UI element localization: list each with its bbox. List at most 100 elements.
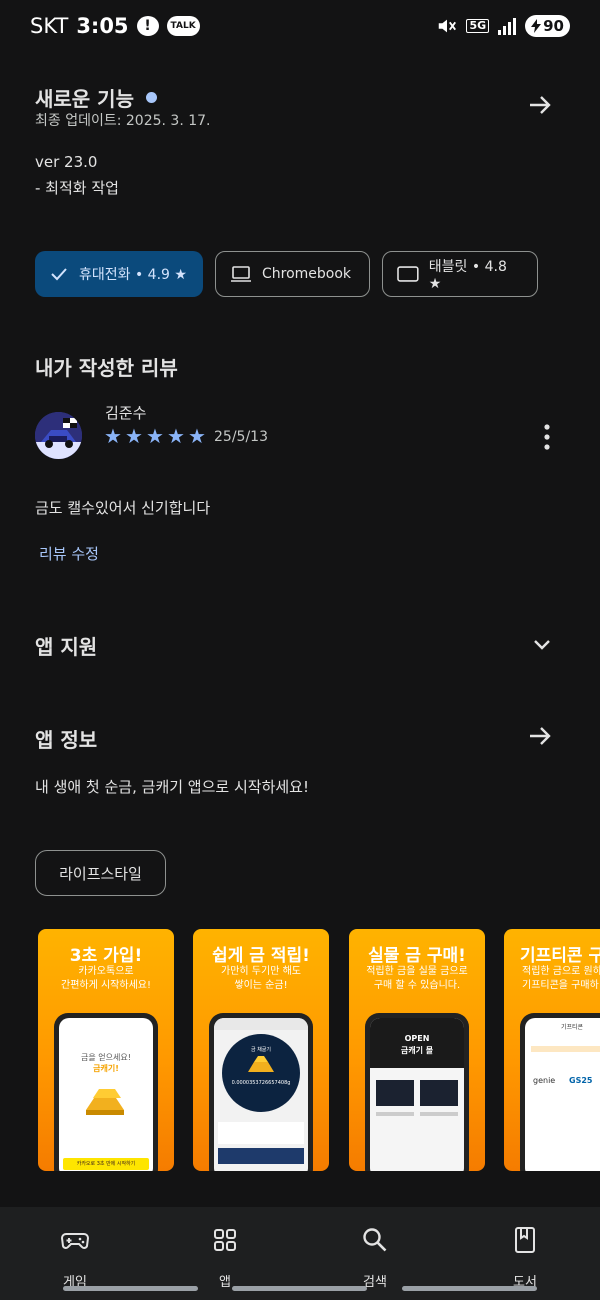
screenshot-1-subtitle: 카카오톡으로 간편하게 시작하세요! xyxy=(61,966,151,991)
mining-circle: 금 채굴기 0.0000353726657408g xyxy=(222,1034,300,1112)
nav-search[interactable]: 검색 xyxy=(325,1225,425,1290)
last-updated-text: 최종 업데이트: 2025. 3. 17. xyxy=(35,113,211,129)
clock: 3:05 xyxy=(76,14,129,38)
network-type-badge: 5G xyxy=(466,19,490,33)
kakao-start-button: 카카오로 3초 만에 시작하기 xyxy=(63,1158,149,1170)
screenshot-4-title: 기프티콘 구 xyxy=(520,946,600,966)
status-bar: SKT 3:05 ! TALK 5G 90 xyxy=(0,0,600,52)
reviewer-name: 김준수 xyxy=(105,404,147,422)
app-support-header[interactable]: 앱 지원 xyxy=(35,631,97,660)
star-icon: ★ xyxy=(104,424,122,448)
book-icon xyxy=(515,1227,535,1253)
status-right: 5G 90 xyxy=(436,15,570,37)
chip-phone[interactable]: 휴대전화 • 4.9 ★ xyxy=(35,251,203,297)
nav-games[interactable]: 게임 xyxy=(25,1225,125,1290)
screenshot-3[interactable]: 실물 금 구매! 적립한 금을 실물 금으로 구매 할 수 있습니다. OPEN… xyxy=(349,929,485,1171)
phone-screen: OPEN 금캐기 몰 xyxy=(370,1018,464,1171)
screenshot-4-subtitle: 적립한 금으로 원하 기프티콘을 구매하 xyxy=(522,966,600,991)
gift-header: 기프티콘 xyxy=(560,1024,584,1031)
gamepad-icon xyxy=(60,1233,90,1249)
screenshot-carousel[interactable]: 3초 가입! 카카오톡으로 간편하게 시작하세요! 금을 얻으세요! 금캐기! … xyxy=(38,929,600,1171)
phone-mockup: 금을 얻으세요! 금캐기! 카카오로 3초 만에 시작하기 xyxy=(54,1013,158,1171)
chip-chromebook-label: Chromebook xyxy=(262,266,352,282)
star-icon: ★ xyxy=(167,424,185,448)
avatar xyxy=(35,412,82,459)
app-info-title: 앱 정보 xyxy=(35,728,98,752)
gold-bars-icon xyxy=(86,1089,124,1115)
star-icon: ★ xyxy=(125,424,143,448)
nav-books[interactable]: 도서 xyxy=(475,1225,575,1290)
screen-footer xyxy=(218,1148,304,1164)
battery-indicator: 90 xyxy=(525,15,570,37)
mined-value: 0.0000353726657408g xyxy=(231,1080,291,1086)
chevron-down-icon[interactable] xyxy=(530,632,554,656)
product-info xyxy=(420,1112,458,1116)
signal-icon xyxy=(498,18,517,35)
release-notes-text: - 최적화 작업 xyxy=(35,179,119,197)
more-options-icon[interactable] xyxy=(538,422,556,452)
phone-mockup: 기프티콘 genie GS25 xyxy=(520,1013,600,1171)
star-icon: ★ xyxy=(146,424,164,448)
app-info-header[interactable]: 앱 정보 xyxy=(35,724,97,753)
phone-screen: 금을 얻으세요! 금캐기! 카카오로 3초 만에 시작하기 xyxy=(59,1018,153,1171)
whats-new-header[interactable]: 새로운 기능 xyxy=(35,83,157,112)
check-icon xyxy=(51,268,67,281)
mall-name-text: 금캐기 몰 xyxy=(400,1046,434,1055)
edit-review-link[interactable]: 리뷰 수정 xyxy=(39,543,99,564)
screenshot-2-subtitle: 가만히 두기만 해도 쌓이는 순금! xyxy=(221,966,301,991)
brand-logo-1: genie xyxy=(533,1076,556,1085)
rating-stars: ★ ★ ★ ★ ★ xyxy=(104,426,208,446)
new-indicator-dot xyxy=(145,92,157,103)
version-text: ver 23.0 xyxy=(35,153,98,171)
app-description: 내 생애 첫 순금, 금캐기 앱으로 시작하세요! xyxy=(35,778,309,796)
phone-mockup: OPEN 금캐기 몰 xyxy=(365,1013,469,1171)
screenshot-3-subtitle: 적립한 금을 실물 금으로 구매 할 수 있습니다. xyxy=(366,966,468,991)
whats-new-arrow-icon[interactable] xyxy=(526,91,554,119)
screen-caption: 금을 얻으세요! xyxy=(81,1053,131,1062)
chip-tablet-label: 태블릿 • 4.8 ★ xyxy=(428,259,507,292)
mute-icon xyxy=(439,19,457,33)
phone-screen: 기프티콘 genie GS25 xyxy=(525,1018,600,1171)
chip-chromebook[interactable]: Chromebook xyxy=(215,251,370,297)
chip-phone-label: 휴대전화 • 4.9 ★ xyxy=(79,267,187,283)
gesture-bar xyxy=(232,1286,367,1291)
charging-bolt-icon xyxy=(531,19,542,33)
app-info-arrow-icon[interactable] xyxy=(526,722,554,750)
laptop-icon xyxy=(231,266,251,282)
screenshot-1[interactable]: 3초 가입! 카카오톡으로 간편하게 시작하세요! 금을 얻으세요! 금캐기! … xyxy=(38,929,174,1171)
miner-label: 금 채굴기 xyxy=(251,1047,271,1053)
phone-screen: 금 채굴기 0.0000353726657408g xyxy=(214,1018,308,1171)
screen-topbar xyxy=(214,1018,308,1030)
screenshot-3-title: 실물 금 구매! xyxy=(368,946,466,966)
nav-apps[interactable]: 앱 xyxy=(175,1225,275,1290)
whats-new-title: 새로운 기능 xyxy=(35,87,134,111)
tablet-icon xyxy=(397,266,419,282)
category-chip[interactable]: 라이프스타일 xyxy=(35,850,166,896)
screen-brand: 금캐기! xyxy=(93,1064,119,1073)
star-icon: ★ xyxy=(188,424,206,448)
status-left: SKT 3:05 ! TALK xyxy=(30,14,200,38)
gesture-bar xyxy=(63,1286,198,1291)
gold-pile-icon xyxy=(248,1056,274,1072)
chip-tablet[interactable]: 태블릿 • 4.8 ★ xyxy=(382,251,538,297)
mall-banner: OPEN 금캐기 몰 xyxy=(370,1018,464,1068)
battery-level: 90 xyxy=(543,17,564,35)
alert-notification-icon: ! xyxy=(136,16,159,36)
screenshot-1-title: 3초 가입! xyxy=(69,946,143,966)
my-review-header: 내가 작성한 리뷰 xyxy=(35,352,178,381)
screenshot-2-title: 쉽게 금 적립! xyxy=(212,946,310,966)
review-text: 금도 캘수있어서 신기합니다 xyxy=(35,499,211,517)
screen-panel xyxy=(218,1122,304,1144)
carrier-label: SKT xyxy=(30,14,69,38)
screenshot-2[interactable]: 쉽게 금 적립! 가만히 두기만 해도 쌓이는 순금! 금 채굴기 0.0000… xyxy=(193,929,329,1171)
app-support-title: 앱 지원 xyxy=(35,635,98,659)
search-icon xyxy=(363,1228,387,1252)
product-card xyxy=(376,1080,414,1106)
my-review-title: 내가 작성한 리뷰 xyxy=(35,356,178,380)
product-info xyxy=(376,1112,414,1116)
product-card xyxy=(420,1080,458,1106)
avatar-image xyxy=(35,412,82,459)
screenshot-4[interactable]: 기프티콘 구 적립한 금으로 원하 기프티콘을 구매하 기프티콘 genie G… xyxy=(504,929,600,1171)
brand-logo-2: GS25 xyxy=(569,1076,593,1085)
gift-filter xyxy=(531,1046,600,1052)
